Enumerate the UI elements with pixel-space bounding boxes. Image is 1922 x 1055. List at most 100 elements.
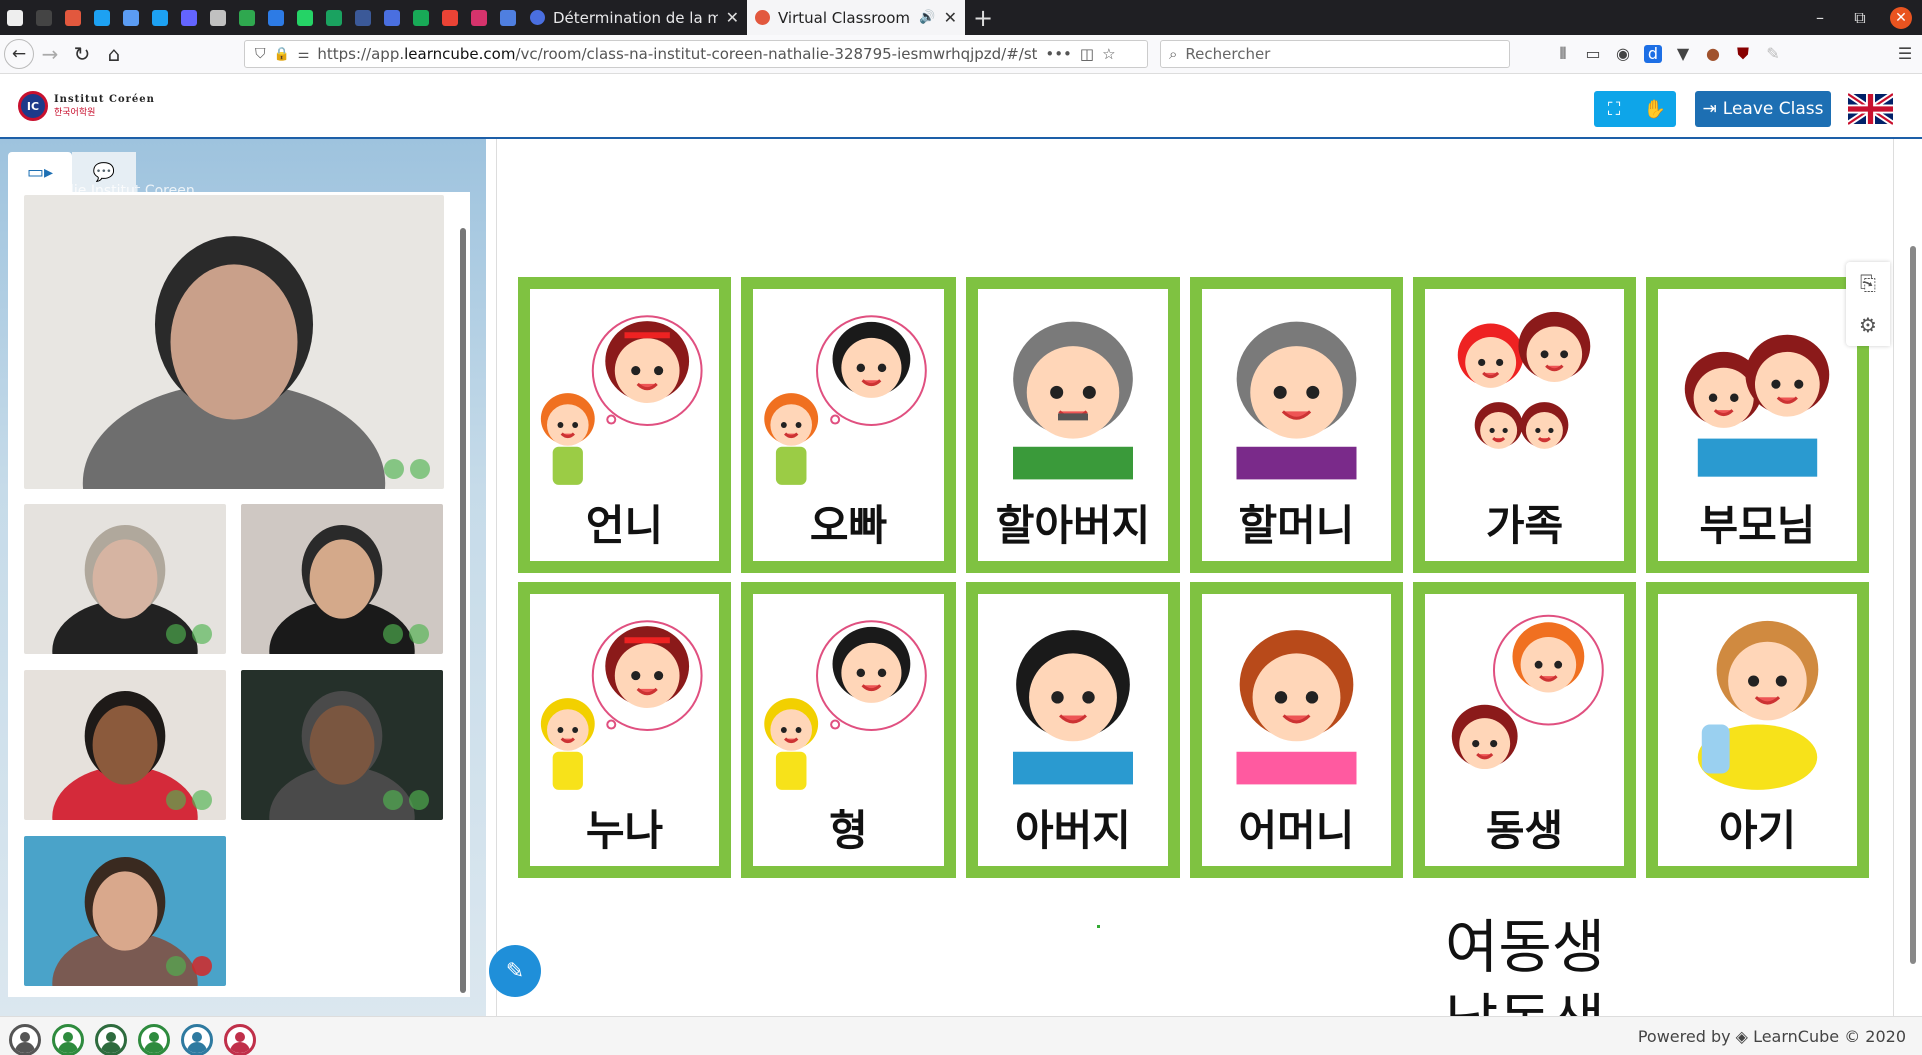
bookmark-star-icon[interactable]: ☆ bbox=[1102, 45, 1115, 63]
lock-icon[interactable]: 🔒 bbox=[274, 47, 290, 62]
tab-favicon-icon bbox=[6, 9, 23, 26]
flashcard: 아버지 bbox=[966, 582, 1180, 878]
leave-class-label: Leave Class bbox=[1722, 99, 1824, 119]
account-icon[interactable]: ◉ bbox=[1614, 45, 1632, 63]
permissions-icon[interactable]: ⚌ bbox=[298, 47, 310, 62]
tab-favicon-icon bbox=[209, 9, 226, 26]
participant-avatar[interactable] bbox=[52, 1024, 84, 1055]
tab-favicon-icon bbox=[296, 9, 313, 26]
restore-window-button[interactable]: ⧉ bbox=[1840, 8, 1880, 28]
pocket-icon[interactable]: ◫ bbox=[1080, 45, 1094, 63]
pinned-tab[interactable] bbox=[29, 0, 58, 35]
shield-icon[interactable]: ⛉ bbox=[255, 46, 266, 62]
pinned-tab[interactable] bbox=[87, 0, 116, 35]
tab-favicon bbox=[530, 10, 545, 25]
pinned-tab[interactable] bbox=[116, 0, 145, 35]
close-window-button[interactable]: ✕ bbox=[1890, 6, 1912, 29]
pinned-tab[interactable] bbox=[435, 0, 464, 35]
reload-icon[interactable]: ↻ bbox=[66, 38, 98, 70]
extension-icon[interactable]: ✎ bbox=[1764, 45, 1782, 63]
search-input[interactable]: ⌕ Rechercher bbox=[1160, 40, 1510, 68]
student-video-tile[interactable] bbox=[241, 670, 443, 820]
search-icon: ⌕ bbox=[1169, 45, 1178, 63]
pinned-tab[interactable] bbox=[290, 0, 319, 35]
raise-hand-button[interactable]: ✋ bbox=[1634, 91, 1676, 127]
pinned-tab[interactable] bbox=[493, 0, 522, 35]
pinned-tabs bbox=[0, 0, 522, 35]
menu-icon[interactable]: ☰ bbox=[1896, 45, 1914, 63]
leave-class-button[interactable]: ⇥ Leave Class bbox=[1695, 91, 1831, 127]
pinned-tab[interactable] bbox=[406, 0, 435, 35]
tab-favicon-icon bbox=[354, 9, 371, 26]
teacher-name-label: Nathalie Institut Coreen bbox=[28, 183, 195, 199]
student-video-tile[interactable] bbox=[24, 504, 226, 654]
mic-status-icon bbox=[192, 956, 212, 976]
close-tab-icon[interactable]: ✕ bbox=[726, 8, 739, 27]
browser-tab-determination[interactable]: Détermination de la mas ✕ bbox=[522, 0, 747, 35]
pinned-tab[interactable] bbox=[58, 0, 87, 35]
reader-view-icon[interactable]: ▭ bbox=[1584, 45, 1602, 63]
tab-title: Virtual Classroom | Le bbox=[778, 8, 911, 27]
url-bar[interactable]: ⛉ 🔒 ⚌ https://app.learncube.com/vc/room/… bbox=[244, 40, 1148, 68]
extension-icon[interactable]: ▼ bbox=[1674, 45, 1692, 63]
page-actions-icon[interactable]: ••• bbox=[1045, 45, 1072, 63]
pinned-tab[interactable] bbox=[0, 0, 29, 35]
pinned-tab[interactable] bbox=[348, 0, 377, 35]
extension-icon[interactable]: d bbox=[1644, 45, 1662, 63]
camera-status-icon bbox=[166, 790, 186, 810]
pinned-tab[interactable] bbox=[203, 0, 232, 35]
minimize-window-button[interactable]: – bbox=[1800, 8, 1840, 27]
institute-logo[interactable]: IC Institut Coréen 한국어학원 bbox=[18, 91, 155, 121]
mic-status-icon bbox=[409, 624, 429, 644]
copy-page-button[interactable]: ⎘ bbox=[1846, 262, 1890, 304]
fullscreen-button[interactable]: ⛶ bbox=[1594, 91, 1634, 127]
forward-icon[interactable]: → bbox=[34, 38, 66, 70]
powered-by-label: Powered by bbox=[1637, 1027, 1731, 1046]
settings-button[interactable]: ⚙ bbox=[1846, 304, 1890, 346]
draw-tool-button[interactable]: ✎ bbox=[489, 945, 541, 997]
pinned-tab[interactable] bbox=[232, 0, 261, 35]
speaker-icon[interactable]: 🔊 bbox=[919, 10, 935, 25]
ublock-icon[interactable]: ⛊ bbox=[1734, 45, 1752, 63]
library-icon[interactable]: ⫴ bbox=[1554, 45, 1572, 63]
cookie-extension-icon[interactable]: ● bbox=[1704, 45, 1722, 63]
participant-avatar[interactable] bbox=[224, 1024, 256, 1055]
pinned-tab[interactable] bbox=[174, 0, 203, 35]
back-icon[interactable]: ← bbox=[4, 39, 34, 69]
flashcard-label: 가족 bbox=[1485, 501, 1564, 550]
student-video-tile[interactable] bbox=[24, 836, 226, 986]
pinned-tab[interactable] bbox=[464, 0, 493, 35]
student-video-tile[interactable] bbox=[24, 670, 226, 820]
pinned-tab[interactable] bbox=[261, 0, 290, 35]
media-status bbox=[166, 624, 212, 644]
pinned-tab[interactable] bbox=[377, 0, 406, 35]
video-list-scrollbar[interactable] bbox=[460, 228, 466, 993]
pinned-tab[interactable] bbox=[319, 0, 348, 35]
home-icon[interactable]: ⌂ bbox=[98, 38, 130, 70]
uk-flag-icon[interactable] bbox=[1848, 93, 1893, 125]
tab-favicon-icon bbox=[325, 9, 342, 26]
pinned-tab[interactable] bbox=[145, 0, 174, 35]
powered-by: Powered by ◈ LearnCube © 2020 bbox=[1638, 1027, 1906, 1046]
browser-tab-virtual-classroom[interactable]: Virtual Classroom | Le 🔊 ✕ bbox=[747, 0, 965, 35]
participant-avatar[interactable] bbox=[181, 1024, 213, 1055]
participant-avatar[interactable] bbox=[95, 1024, 127, 1055]
flashcard-label: 언니 bbox=[585, 501, 664, 550]
tab-favicon bbox=[755, 10, 770, 25]
close-tab-icon[interactable]: ✕ bbox=[944, 8, 957, 27]
participant-avatar[interactable] bbox=[9, 1024, 41, 1055]
new-tab-button[interactable]: + bbox=[965, 4, 1001, 32]
student-video-tile[interactable] bbox=[241, 504, 443, 654]
flashcard-label: 어머니 bbox=[1238, 806, 1355, 855]
whiteboard[interactable] bbox=[496, 139, 1894, 1016]
tab-favicon-icon bbox=[412, 9, 429, 26]
search-placeholder: Rechercher bbox=[1185, 45, 1271, 63]
tab-favicon-icon bbox=[122, 9, 139, 26]
teacher-video-tile[interactable] bbox=[24, 195, 444, 489]
flashcard-label: 누나 bbox=[585, 806, 664, 855]
tab-favicon-icon bbox=[180, 9, 197, 26]
whiteboard-scrollbar[interactable] bbox=[1910, 246, 1916, 964]
flashcard-label: 할아버지 bbox=[995, 501, 1151, 550]
participant-avatar[interactable] bbox=[138, 1024, 170, 1055]
camera-status-icon bbox=[383, 624, 403, 644]
